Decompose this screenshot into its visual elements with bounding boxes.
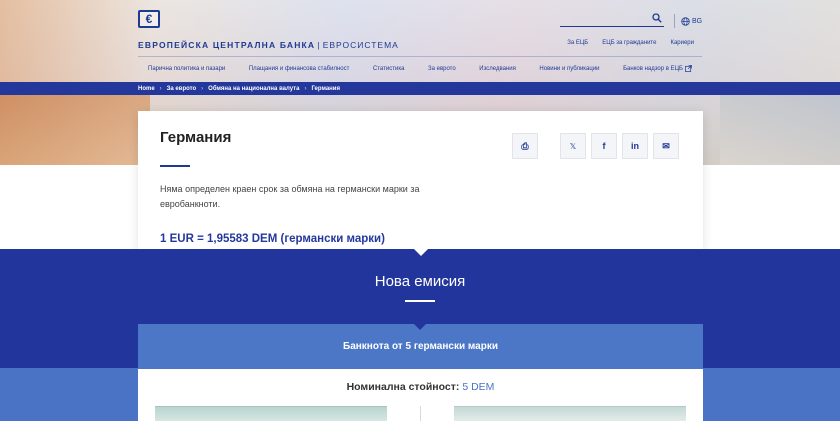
org-name-sub: ЕВРОСИСТЕМА — [322, 40, 399, 50]
globe-icon — [681, 16, 690, 26]
facebook-icon: f — [602, 141, 606, 151]
org-name-separator: | — [317, 40, 321, 50]
title-underline — [160, 165, 190, 167]
denomination-value: 5 DEM — [462, 381, 495, 393]
breadcrumb-bar: Home › За еврото › Обмяна на национална … — [0, 82, 840, 95]
utility-link-citizens[interactable]: ЕЦБ за гражданите — [602, 40, 656, 46]
breadcrumb-item-euro[interactable]: За еврото — [167, 86, 197, 92]
banknote-tab-label: Банкнота от 5 германски марки — [343, 341, 498, 352]
utility-link-careers[interactable]: Кариери — [670, 40, 694, 46]
banknote-card: Номинална стойност: 5 DEM — [138, 369, 703, 421]
share-x-button[interactable]: 𝕏 — [560, 133, 586, 159]
denomination: Номинална стойност: 5 DEM — [138, 381, 703, 393]
nav-item-supervision[interactable]: Банков надзор в ЕЦБ — [623, 65, 692, 72]
hero-banknote-image — [0, 95, 150, 165]
banknote-front-image[interactable] — [155, 406, 387, 421]
nav-item-euro[interactable]: За еврото — [428, 66, 456, 72]
lead-text: Няма определен краен срок за обмяна на г… — [160, 184, 420, 209]
denomination-label: Номинална стойност: — [346, 381, 460, 393]
nav-item-news[interactable]: Новини и публикации — [539, 66, 599, 72]
banknote-tab[interactable]: Банкнота от 5 германски марки — [138, 324, 703, 369]
email-icon: ✉ — [662, 140, 670, 151]
share-facebook-button[interactable]: f — [591, 133, 617, 159]
chevron-right-icon: › — [304, 85, 307, 92]
breadcrumb-item-exchange[interactable]: Обмяна на национална валута — [208, 86, 299, 92]
exchange-rate: 1 EUR = 1,95583 DEM (германски марки) — [160, 233, 385, 245]
nav-item-payments[interactable]: Плащания и финансова стабилност — [249, 66, 350, 72]
search-input[interactable] — [560, 17, 648, 30]
search-icon[interactable] — [652, 13, 662, 23]
external-link-icon — [685, 65, 692, 72]
print-icon: ⎙ — [521, 140, 529, 151]
banknote-back-image[interactable] — [454, 406, 686, 421]
chevron-right-icon: › — [159, 85, 162, 92]
utility-nav: За ЕЦБ ЕЦБ за гражданите Кариери — [567, 40, 694, 46]
share-email-button[interactable]: ✉ — [653, 133, 679, 159]
hero-banknote-image — [720, 95, 840, 165]
section-title: Нова емисия — [374, 273, 466, 290]
main-nav: Парична политика и пазари Плащания и фин… — [138, 56, 702, 80]
page-title: Германия — [160, 129, 232, 146]
breadcrumb-item-home[interactable]: Home — [138, 86, 155, 92]
breadcrumb: Home › За еврото › Обмяна на национална … — [138, 82, 340, 95]
linkedin-icon: in — [631, 141, 639, 151]
chevron-right-icon: › — [201, 85, 204, 92]
nav-item-monetary-policy[interactable]: Парична политика и пазари — [148, 66, 225, 72]
nav-item-supervision-label: Банков надзор в ЕЦБ — [623, 65, 683, 72]
language-selector[interactable]: BG — [674, 14, 702, 28]
search-box[interactable] — [560, 13, 664, 30]
content-card: Германия ⎙ 𝕏 f in ✉ Няма определен краен… — [138, 111, 703, 250]
share-linkedin-button[interactable]: in — [622, 133, 648, 159]
x-icon: 𝕏 — [569, 141, 577, 151]
section-title-underline — [405, 300, 435, 302]
site-header: € ЕВРОПЕЙСКА ЦЕНТРАЛНА БАНКА | ЕВРОСИСТЕМА… — [0, 0, 840, 84]
utility-link-about[interactable]: За ЕЦБ — [567, 40, 588, 46]
tab-notch — [414, 324, 426, 330]
language-code: BG — [692, 17, 703, 25]
nav-item-statistics[interactable]: Статистика — [373, 66, 405, 72]
banknote-divider — [420, 406, 421, 421]
org-name[interactable]: ЕВРОПЕЙСКА ЦЕНТРАЛНА БАНКА | ЕВРОСИСТЕМА — [138, 40, 399, 50]
org-name-main: ЕВРОПЕЙСКА ЦЕНТРАЛНА БАНКА — [138, 40, 316, 50]
print-button[interactable]: ⎙ — [512, 133, 538, 159]
nav-item-research[interactable]: Изследвания — [479, 66, 516, 72]
ecb-logo-icon[interactable]: € — [138, 10, 160, 28]
breadcrumb-item-current: Германия — [311, 85, 340, 92]
section-notch — [414, 249, 428, 256]
